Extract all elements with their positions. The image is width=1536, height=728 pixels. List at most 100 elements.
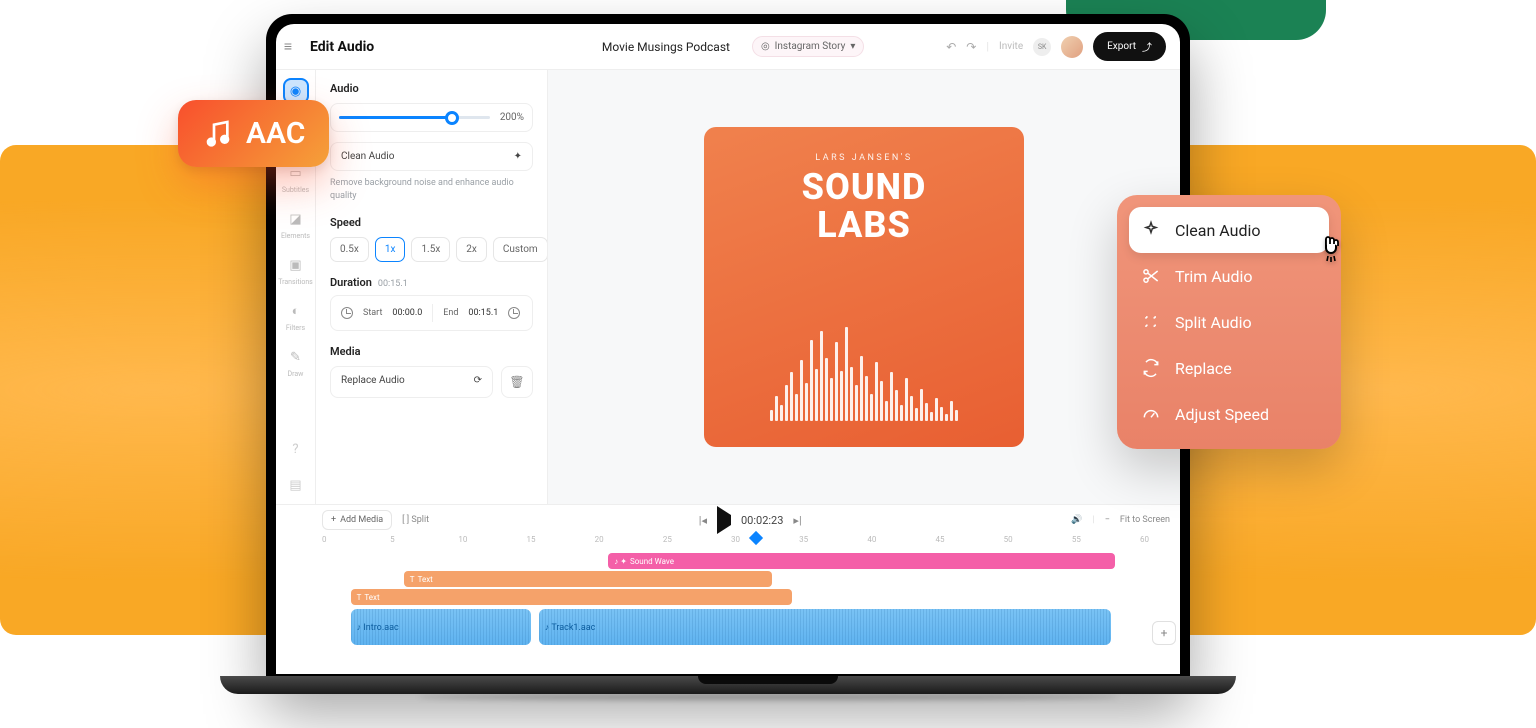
ctx-adjust-speed[interactable]: Adjust Speed (1129, 391, 1329, 437)
timecode: 00:02:23 (741, 514, 783, 527)
export-label: Export (1107, 41, 1136, 52)
ctx-split-audio[interactable]: Split Audio (1129, 299, 1329, 345)
music-note-icon (202, 118, 234, 150)
split-button[interactable]: [ ] Split (402, 515, 429, 525)
draw-icon[interactable]: ✎ (285, 346, 307, 368)
skip-end-icon[interactable]: ▸| (793, 514, 801, 527)
app-screen: ≡ Edit Audio Movie Musings Podcast ◎ Ins… (276, 24, 1180, 674)
clip-track1[interactable]: ♪ Track1.aac (539, 609, 1112, 645)
play-button[interactable] (717, 515, 731, 525)
speed-chip[interactable]: 1x (375, 237, 406, 262)
refresh-icon: ⟳ (474, 375, 482, 389)
podcast-cover: LARS JANSEN'S SOUND LABS (704, 127, 1024, 447)
settings-icon[interactable]: ▤ (285, 474, 307, 496)
zoom-out-icon[interactable]: − (1105, 515, 1110, 525)
add-track-button[interactable]: + (1152, 621, 1176, 645)
rail-label: Transitions (278, 278, 313, 286)
clean-audio-row[interactable]: Clean Audio ✦ (330, 142, 533, 171)
clip-intro[interactable]: ♪ Intro.aac (351, 609, 531, 645)
redo-icon[interactable]: ↷ (966, 40, 976, 54)
page-title: Edit Audio (300, 39, 520, 55)
rail-label: Elements (281, 232, 310, 240)
upload-icon: ⤴ (1142, 39, 1152, 54)
instagram-icon: ◎ (761, 41, 770, 52)
clip-text[interactable]: T Text (351, 589, 793, 605)
filters-icon[interactable]: ◐ (285, 300, 307, 322)
avatar-initials[interactable]: SK (1033, 38, 1051, 56)
cover-subtitle: LARS JANSEN'S (815, 153, 912, 163)
cover-title-2: LABS (817, 207, 911, 245)
help-icon[interactable]: ? (285, 438, 307, 460)
speedometer-icon (1141, 404, 1161, 424)
laptop-frame: ≡ Edit Audio Movie Musings Podcast ◎ Ins… (266, 14, 1190, 684)
start-label: Start (363, 308, 382, 318)
ctx-replace[interactable]: Replace (1129, 345, 1329, 391)
replace-audio-label: Replace Audio (341, 375, 405, 389)
skip-start-icon[interactable]: |◂ (699, 514, 707, 527)
split-icon (1141, 312, 1161, 332)
delete-button[interactable]: 🗑 (501, 366, 533, 398)
rail-audio-icon[interactable]: ◉ (285, 80, 307, 102)
undo-icon[interactable]: ↶ (946, 40, 956, 54)
ctx-label: Clean Audio (1175, 221, 1261, 240)
add-media-label: Add Media (340, 515, 383, 525)
clock-icon (508, 307, 520, 319)
speed-chip[interactable]: 0.5x (330, 237, 369, 262)
volume-icon[interactable]: 🔊 (1071, 515, 1082, 525)
aac-label: AAC (246, 116, 305, 151)
clip-text[interactable]: T Text (404, 571, 772, 587)
hamburger-icon[interactable]: ≡ (276, 38, 300, 55)
media-section-title: Media (330, 345, 533, 358)
laptop-notch (698, 676, 838, 684)
start-value[interactable]: 00:00.0 (392, 308, 422, 318)
time-ruler[interactable]: 051015202530354045505560 (322, 535, 1140, 551)
rail-label: Draw (288, 370, 304, 378)
speed-chips: 0.5x 1x 1.5x 2x Custom (330, 237, 533, 262)
volume-value: 200% (500, 112, 524, 123)
clean-audio-hint: Remove background noise and enhance audi… (330, 177, 533, 202)
duration-card: Start 00:00.0 End 00:15.1 (330, 295, 533, 331)
replace-audio-button[interactable]: Replace Audio ⟳ (330, 366, 493, 398)
project-name[interactable]: Movie Musings Podcast (602, 40, 730, 54)
scissors-icon (1141, 266, 1161, 286)
avatar[interactable] (1061, 36, 1083, 58)
speed-section-title: Speed (330, 216, 533, 229)
timeline: + Add Media [ ] Split |◂ 00:02:23 ▸| 🔊 |… (276, 504, 1180, 674)
fit-button[interactable]: Fit to Screen (1120, 515, 1170, 525)
transitions-icon[interactable]: ▣ (284, 254, 306, 276)
ctx-label: Split Audio (1175, 313, 1252, 332)
tracks[interactable]: ♪ ✦ Sound Wave T Text T Text ♪ Intro.aac… (322, 551, 1140, 674)
export-button[interactable]: Export ⤴ (1093, 32, 1166, 61)
chevron-down-icon: ▾ (850, 41, 855, 52)
clip-soundwave[interactable]: ♪ ✦ Sound Wave (608, 553, 1115, 569)
ctx-label: Replace (1175, 359, 1232, 378)
ctx-label: Adjust Speed (1175, 405, 1269, 424)
add-media-button[interactable]: + Add Media (322, 510, 392, 530)
duration-value: 00:15.1 (378, 279, 408, 289)
edit-panel: Audio 200% Clean Audio ✦ Remove backgrou… (316, 70, 548, 504)
speed-chip[interactable]: Custom (493, 237, 548, 262)
context-menu: Clean Audio Trim Audio Split Audio Repla… (1117, 195, 1341, 449)
clean-audio-label: Clean Audio (341, 151, 394, 162)
preset-dropdown[interactable]: ◎ Instagram Story ▾ (752, 36, 864, 57)
equalizer-graphic (770, 311, 958, 421)
rail-label: Subtitles (282, 186, 309, 194)
volume-slider[interactable]: 200% (330, 103, 533, 132)
end-value[interactable]: 00:15.1 (468, 308, 498, 318)
invite-button[interactable]: Invite (999, 41, 1023, 52)
sparkle-icon (1141, 220, 1161, 240)
cover-title-1: SOUND (802, 169, 927, 207)
preset-label: Instagram Story (775, 41, 846, 52)
elements-icon[interactable]: ◪ (284, 208, 306, 230)
replace-icon (1141, 358, 1161, 378)
trash-icon: 🗑 (509, 375, 524, 389)
speed-chip[interactable]: 1.5x (411, 237, 450, 262)
ctx-trim-audio[interactable]: Trim Audio (1129, 253, 1329, 299)
ctx-clean-audio[interactable]: Clean Audio (1129, 207, 1329, 253)
aac-badge: AAC (178, 100, 329, 167)
ctx-label: Trim Audio (1175, 267, 1252, 286)
duration-section-title: Duration (330, 276, 372, 289)
speed-chip[interactable]: 2x (456, 237, 487, 262)
clock-icon (341, 307, 353, 319)
canvas[interactable]: LARS JANSEN'S SOUND LABS (548, 70, 1180, 504)
